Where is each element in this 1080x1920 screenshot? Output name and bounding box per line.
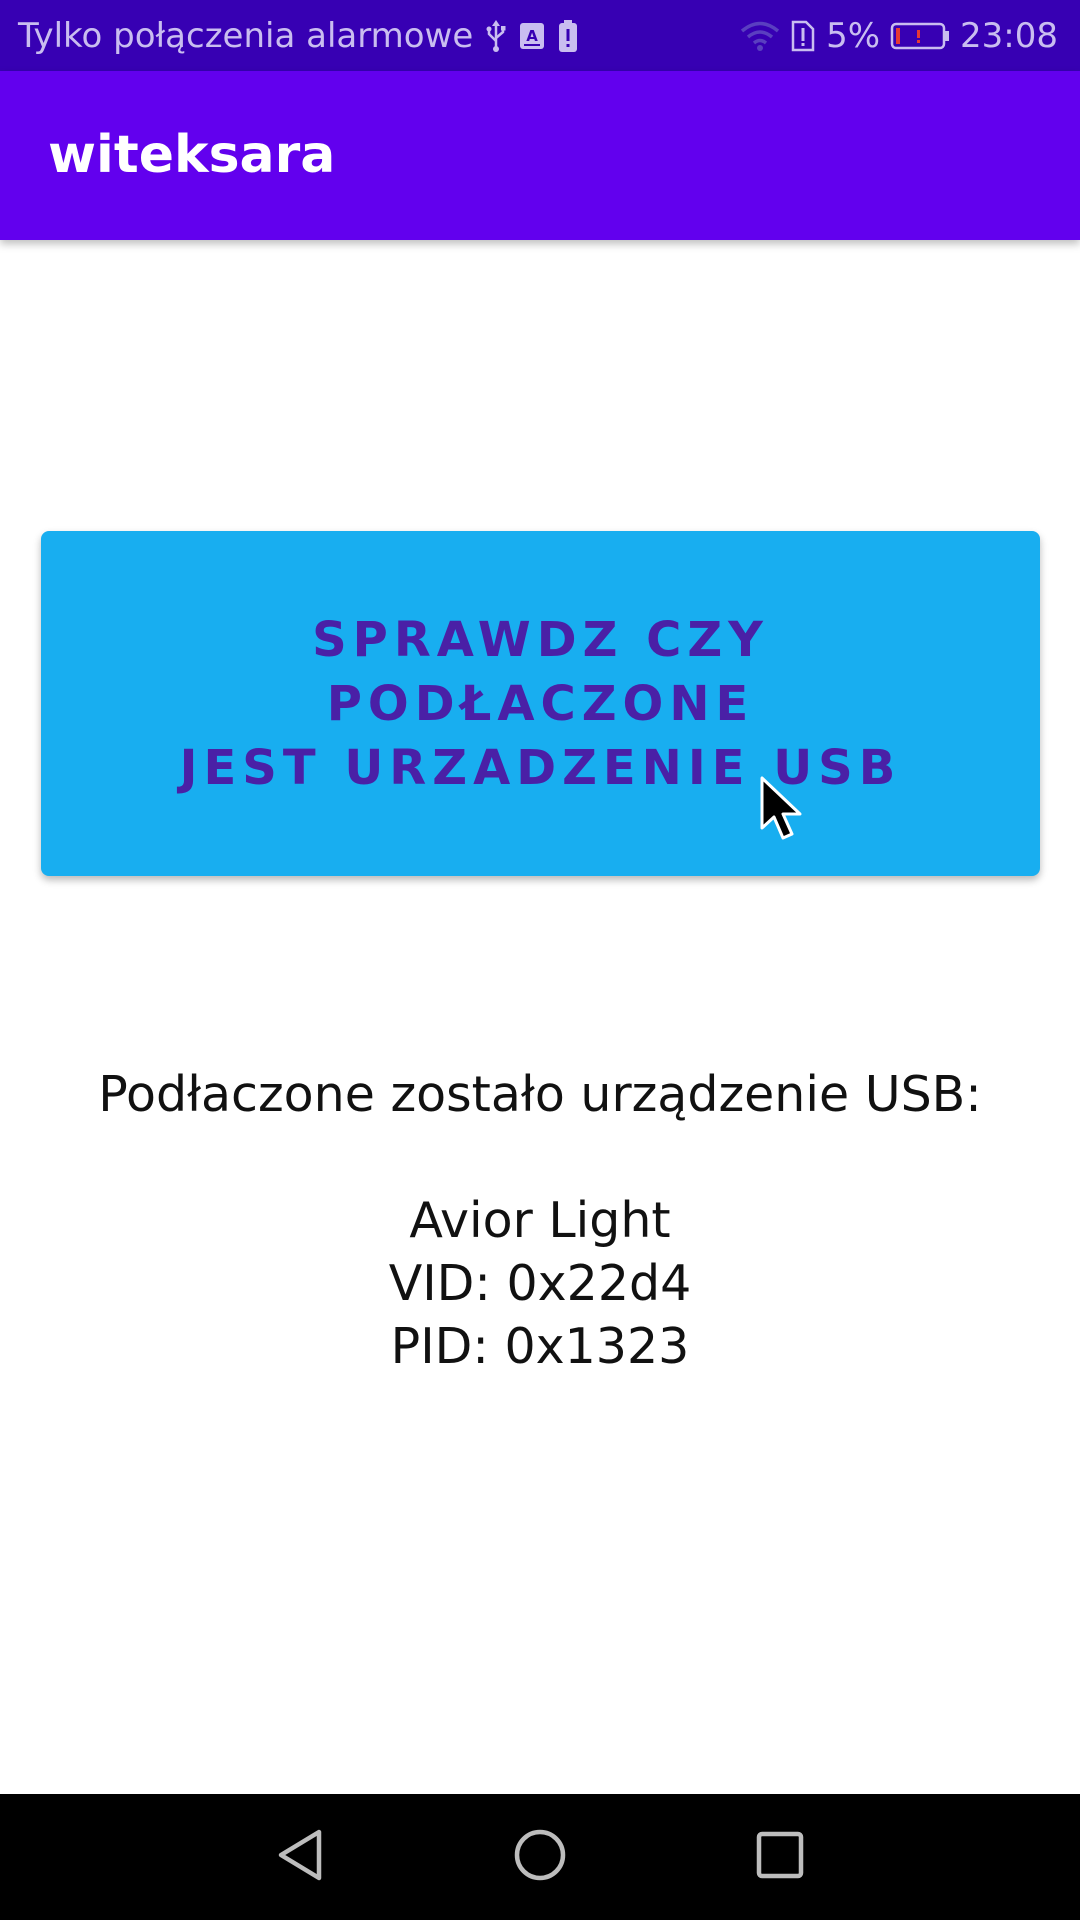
back-icon <box>275 1828 325 1887</box>
battery-alert-icon <box>557 19 579 53</box>
battery-percent: 5% <box>826 15 881 56</box>
device-pid: PID: 0x1323 <box>390 1318 690 1375</box>
check-usb-button[interactable]: SPRAWDZ CZY PODŁACZONE JEST URZADZENIE U… <box>41 531 1040 876</box>
app-screen: Tylko połączenia alarmowe A 5% 23:08 wit… <box>0 0 1080 1920</box>
check-usb-button-label: SPRAWDZ CZY PODŁACZONE JEST URZADZENIE U… <box>179 611 902 796</box>
recents-button[interactable] <box>745 1822 815 1892</box>
wifi-icon <box>740 20 780 52</box>
result-header: Podłaczone zostało urządzenie USB: <box>98 1066 982 1123</box>
keyboard-a-icon: A <box>519 22 545 50</box>
result-spacer <box>0 1126 1080 1189</box>
sim-alert-icon <box>790 19 816 53</box>
clock: 23:08 <box>960 15 1058 56</box>
app-title: witeksara <box>48 125 336 185</box>
status-right-group: 5% 23:08 <box>740 0 1058 71</box>
device-vid: VID: 0x22d4 <box>388 1255 692 1312</box>
navigation-bar <box>0 1794 1080 1920</box>
home-button[interactable] <box>505 1822 575 1892</box>
status-bar: Tylko połączenia alarmowe A 5% 23:08 <box>0 0 1080 71</box>
status-left-group: Tylko połączenia alarmowe A <box>18 0 579 71</box>
app-bar: witeksara <box>0 71 1080 240</box>
battery-low-icon <box>890 21 950 51</box>
svg-text:A: A <box>526 27 538 45</box>
mouse-cursor-icon <box>760 776 808 846</box>
usb-result-text: Podłaczone zostało urządzenie USB: Avior… <box>0 1063 1080 1378</box>
back-button[interactable] <box>265 1822 335 1892</box>
recents-icon <box>755 1830 805 1885</box>
usb-icon <box>485 19 507 53</box>
home-icon <box>513 1828 567 1887</box>
carrier-text: Tylko połączenia alarmowe <box>18 15 474 56</box>
device-name: Avior Light <box>409 1192 671 1249</box>
